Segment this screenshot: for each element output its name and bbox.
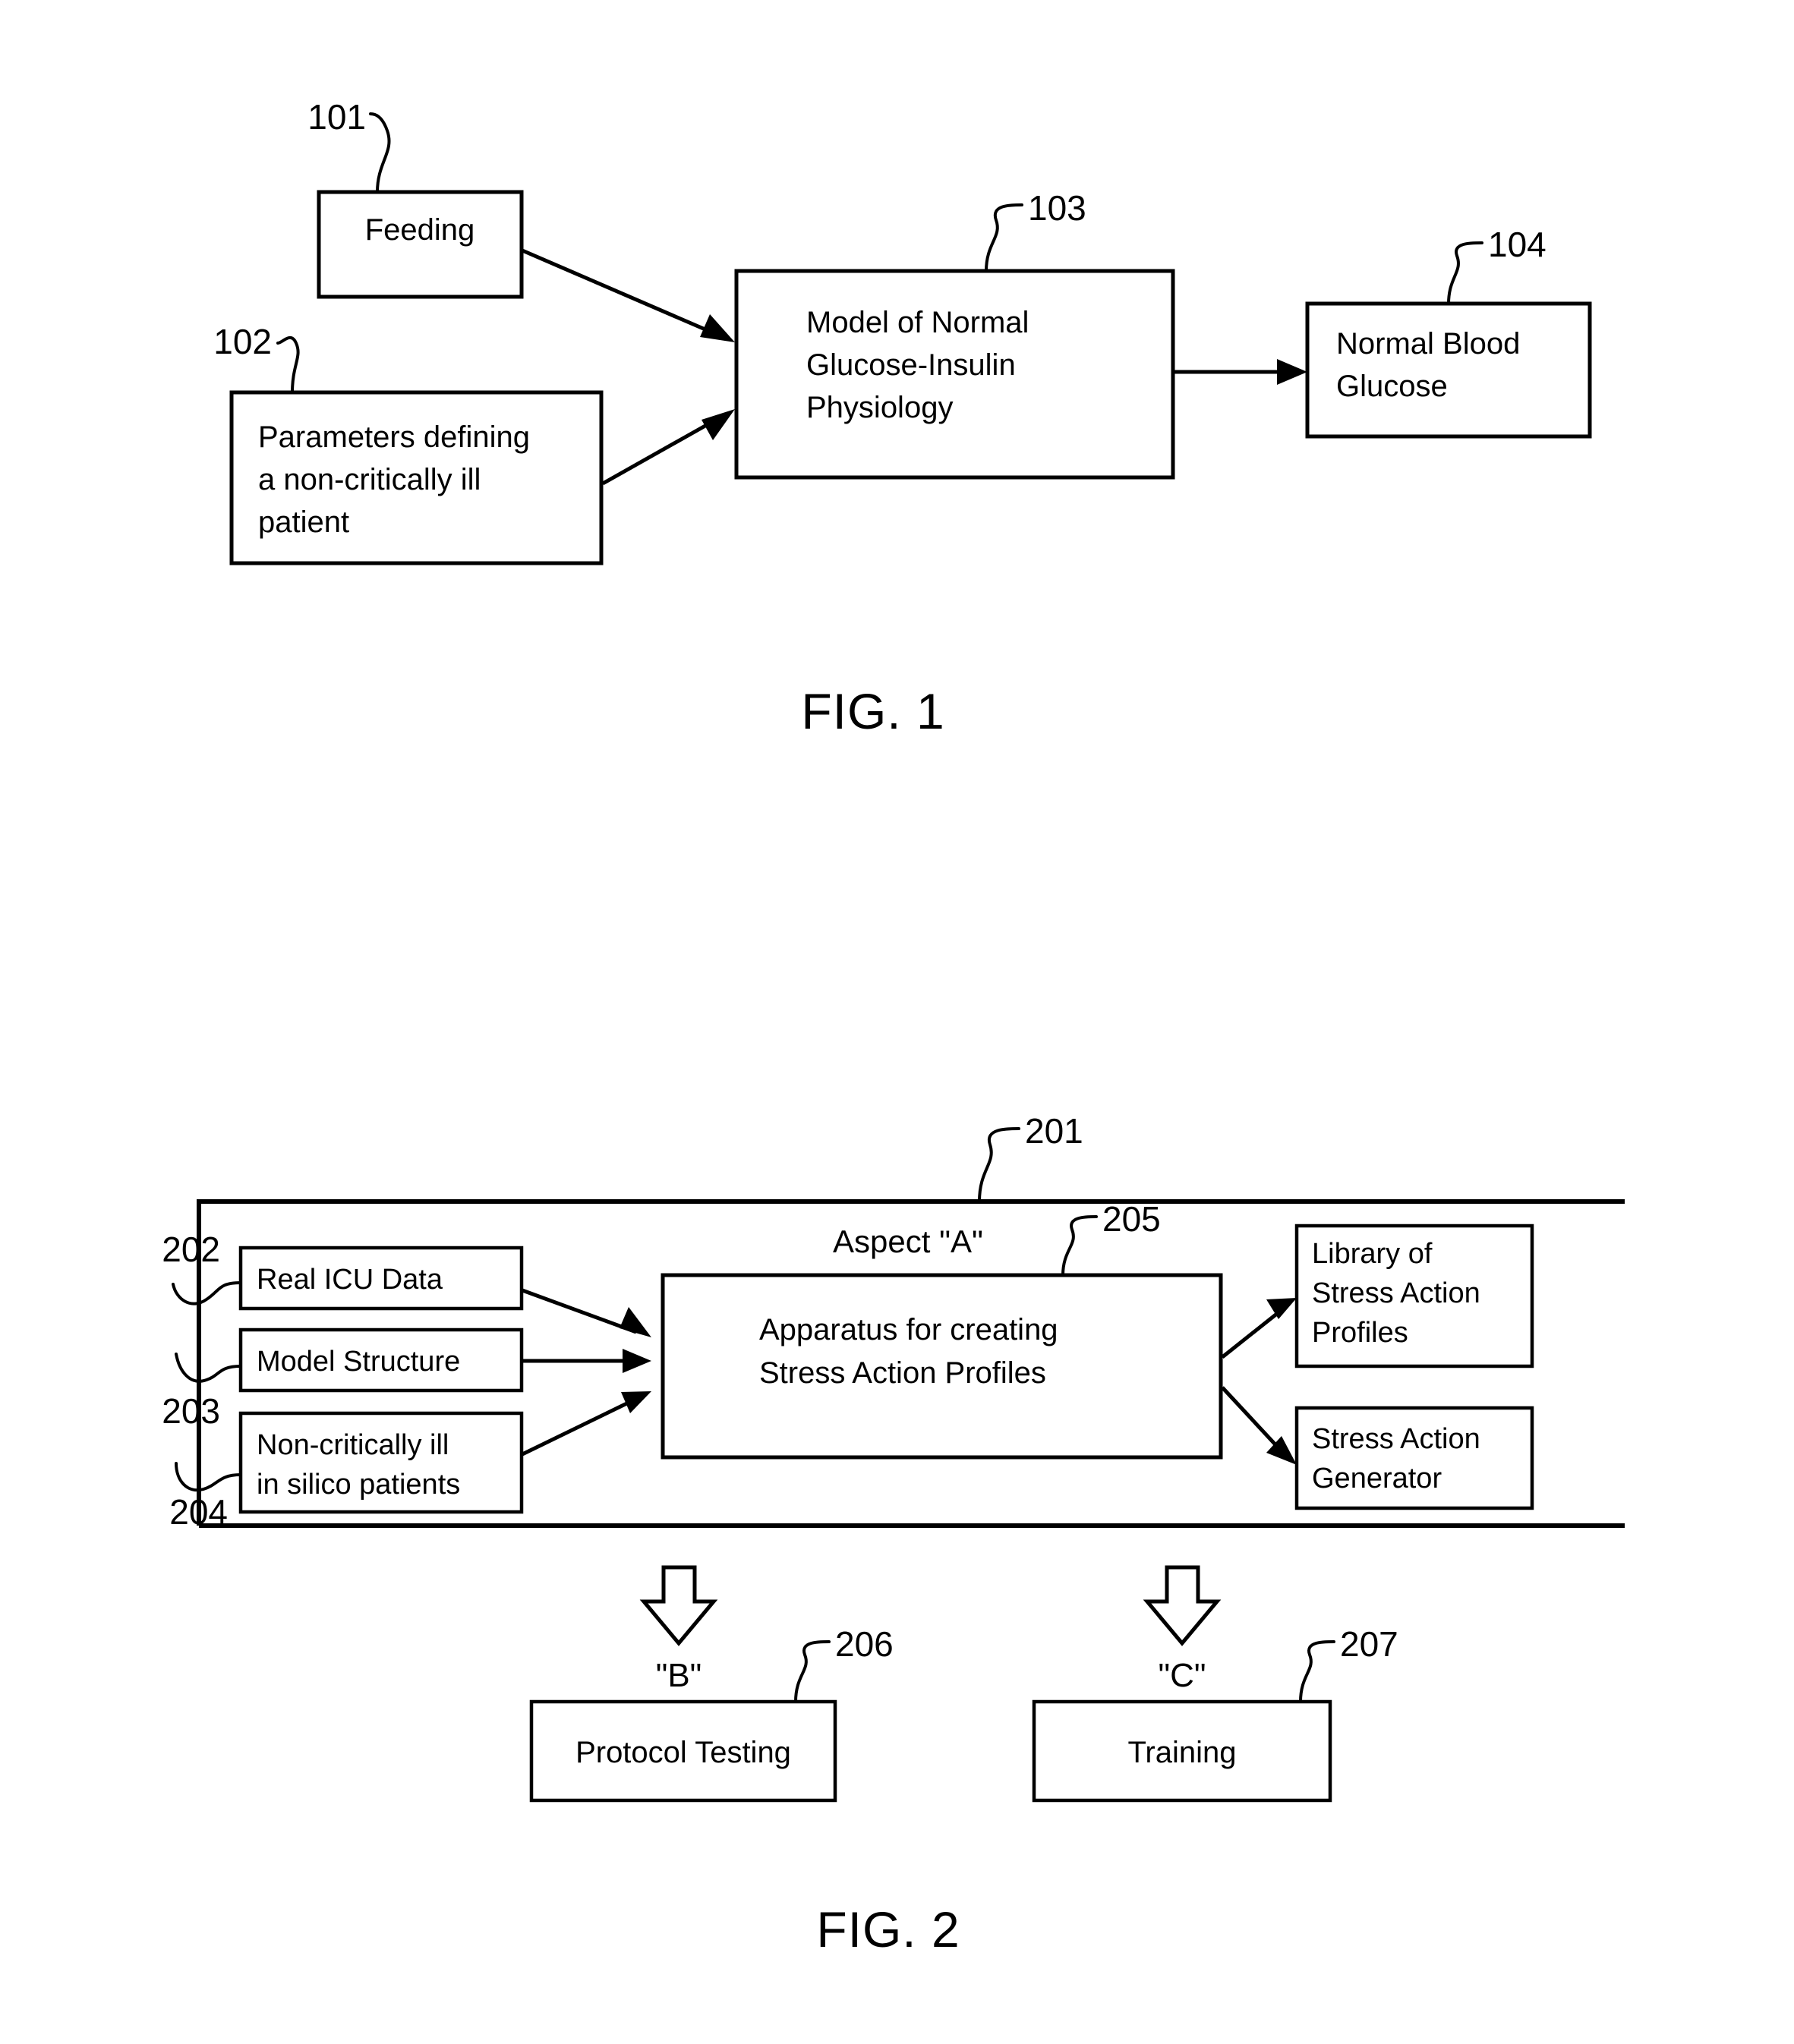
reference-numeral-205: 205 bbox=[1102, 1199, 1161, 1239]
box-library-line2: Stress Action bbox=[1312, 1277, 1480, 1309]
box-model-line1: Model of Normal bbox=[806, 306, 1029, 339]
leader-line-206 bbox=[794, 1640, 831, 1703]
box-model-line2: Glucose-Insulin bbox=[806, 348, 1016, 382]
branch-label-c: "C" bbox=[1158, 1657, 1206, 1694]
leader-line-205 bbox=[1061, 1215, 1098, 1277]
aspect-a-label: Aspect "A" bbox=[833, 1224, 983, 1259]
reference-numeral-104: 104 bbox=[1488, 225, 1546, 264]
reference-numeral-204: 204 bbox=[169, 1492, 228, 1532]
box-in-silico-line1: Non-critically ill bbox=[257, 1429, 449, 1461]
figure-1-caption: FIG. 1 bbox=[801, 683, 944, 739]
box-protocol-testing-label: Protocol Testing bbox=[575, 1736, 791, 1769]
box-training-label: Training bbox=[1127, 1736, 1236, 1769]
box-model-line3: Physiology bbox=[806, 391, 953, 424]
box-parameters-line3: patient bbox=[258, 505, 349, 539]
leader-line-103 bbox=[985, 203, 1023, 272]
branch-arrow-b-icon bbox=[639, 1565, 718, 1646]
leader-line-204 bbox=[175, 1462, 242, 1492]
arrow-parameters-to-model bbox=[601, 409, 735, 486]
arrow-feeding-to-model bbox=[522, 248, 735, 342]
branch-arrow-c-icon bbox=[1143, 1565, 1222, 1646]
arrow-insilico-to-apparatus bbox=[521, 1391, 651, 1457]
leader-line-202 bbox=[172, 1281, 242, 1305]
leader-line-207 bbox=[1299, 1640, 1335, 1703]
box-library-line3: Profiles bbox=[1312, 1317, 1408, 1349]
arrow-apparatus-to-generator bbox=[1221, 1386, 1297, 1465]
box-apparatus-line2: Stress Action Profiles bbox=[759, 1356, 1046, 1390]
box-model-structure-label: Model Structure bbox=[257, 1346, 460, 1378]
reference-numeral-202: 202 bbox=[162, 1230, 220, 1269]
box-parameters-line1: Parameters defining bbox=[258, 420, 530, 454]
leader-line-201 bbox=[978, 1127, 1020, 1203]
reference-numeral-103: 103 bbox=[1028, 188, 1086, 228]
box-apparatus-line1: Apparatus for creating bbox=[759, 1313, 1058, 1346]
box-feeding-label: Feeding bbox=[365, 213, 475, 247]
box-generator-line2: Generator bbox=[1312, 1463, 1442, 1494]
box-library-line1: Library of bbox=[1312, 1238, 1433, 1270]
box-parameters-line2: a non-critically ill bbox=[258, 463, 481, 496]
drawing-canvas: Feeding 101 Parameters defining a non-cr… bbox=[162, 97, 1625, 1957]
arrow-icu-to-apparatus bbox=[522, 1288, 651, 1337]
reference-numeral-206: 206 bbox=[835, 1624, 894, 1664]
arrow-structure-to-apparatus bbox=[522, 1349, 651, 1373]
box-output-line2: Glucose bbox=[1336, 370, 1448, 403]
leader-line-203 bbox=[175, 1353, 242, 1383]
box-output-line1: Normal Blood bbox=[1336, 327, 1520, 361]
leader-line-104 bbox=[1447, 241, 1483, 305]
box-generator-line1: Stress Action bbox=[1312, 1423, 1480, 1455]
branch-label-b: "B" bbox=[656, 1657, 702, 1694]
figure-1: Feeding 101 Parameters defining a non-cr… bbox=[213, 97, 1592, 739]
reference-numeral-102: 102 bbox=[213, 322, 272, 361]
reference-numeral-101: 101 bbox=[307, 97, 366, 137]
figure-2-caption: FIG. 2 bbox=[816, 1901, 960, 1957]
figure-2: 201 Aspect "A" Real ICU Data 202 Model S… bbox=[162, 1111, 1625, 1957]
arrow-model-to-output bbox=[1174, 359, 1307, 385]
reference-numeral-203: 203 bbox=[162, 1391, 220, 1431]
leader-line-102 bbox=[276, 335, 300, 394]
box-in-silico-line2: in silico patients bbox=[257, 1469, 460, 1501]
patent-drawing-sheet: Feeding 101 Parameters defining a non-cr… bbox=[0, 0, 1794, 2044]
arrow-apparatus-to-library bbox=[1221, 1298, 1297, 1359]
box-real-icu-data-label: Real ICU Data bbox=[257, 1264, 443, 1296]
leader-line-101 bbox=[369, 112, 391, 194]
reference-numeral-201: 201 bbox=[1025, 1111, 1083, 1151]
reference-numeral-207: 207 bbox=[1340, 1624, 1398, 1664]
